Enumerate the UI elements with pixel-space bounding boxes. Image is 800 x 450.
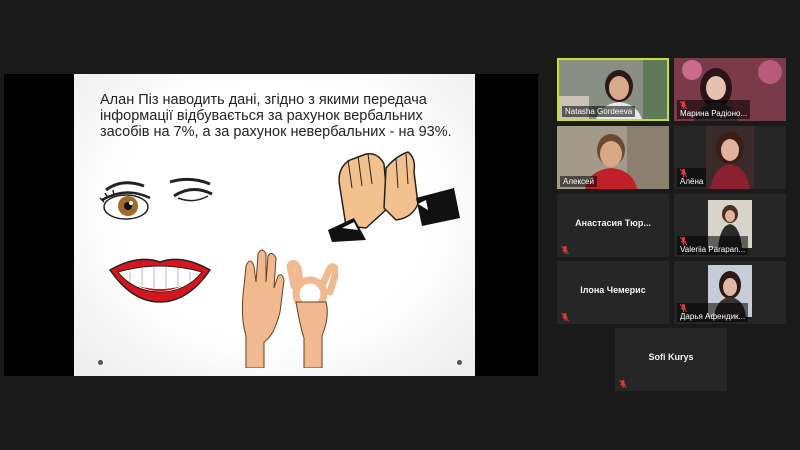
slide-text: Алан Піз наводить дані, згідно з якими п… — [100, 92, 460, 140]
participant-name-9: Sofi Kurys — [648, 352, 694, 362]
muted-mic-icon — [680, 237, 687, 245]
slide-bullet-right — [457, 360, 462, 365]
slide-bullet-left — [98, 360, 103, 365]
slide-line-2: інформації відбувається за рахунок верба… — [100, 108, 423, 124]
participant-name-5: Анастасия Тюр... — [575, 218, 651, 228]
slide-line-3: засобів на 7%, а за рахунок невербальних… — [100, 124, 452, 140]
participant-tile-1[interactable]: Natasha Gordeeva — [557, 58, 669, 121]
smiling-lips-illustration — [108, 258, 212, 303]
muted-mic-icon — [561, 246, 569, 254]
participant-tile-7[interactable]: Ілона Чемерис — [557, 261, 669, 324]
participant-tile-5[interactable]: Анастасия Тюр... — [557, 194, 669, 257]
participant-name-1: Natasha Gordeeva — [562, 106, 636, 117]
muted-mic-icon — [619, 380, 627, 388]
participant-tile-8[interactable]: Дарья Афендик... — [674, 261, 786, 324]
participant-name-2: Марина Радіоно... — [677, 100, 751, 119]
participant-tile-9[interactable]: Sofi Kurys — [615, 328, 727, 391]
muted-mic-icon — [680, 101, 687, 109]
participant-name-8: Дарья Афендик... — [677, 303, 749, 322]
participant-tile-4[interactable]: Алёна — [674, 126, 786, 189]
muted-mic-icon — [561, 313, 569, 321]
winking-eyes-illustration — [99, 177, 213, 220]
hand-gestures-illustration — [241, 249, 338, 368]
participant-tile-3[interactable]: Алексей — [557, 126, 669, 189]
participant-name-4: Алёна — [677, 168, 707, 187]
slide-line-1: Алан Піз наводить дані, згідно з якими п… — [100, 92, 427, 108]
participant-name-7: Ілона Чемерис — [580, 285, 646, 295]
presentation-slide: Алан Піз наводить дані, згідно з якими п… — [74, 74, 475, 376]
muted-mic-icon — [680, 304, 687, 312]
participant-name-6: Valeriia Parapan... — [677, 236, 749, 255]
screen-share-area[interactable]: Алан Піз наводить дані, згідно з якими п… — [4, 74, 538, 376]
participant-tile-2[interactable]: Марина Радіоно... — [674, 58, 786, 121]
participant-tile-6[interactable]: Valeriia Parapan... — [674, 194, 786, 257]
clapping-hands-illustration — [328, 151, 460, 242]
muted-mic-icon — [680, 169, 687, 177]
participant-name-3: Алексей — [560, 176, 597, 187]
